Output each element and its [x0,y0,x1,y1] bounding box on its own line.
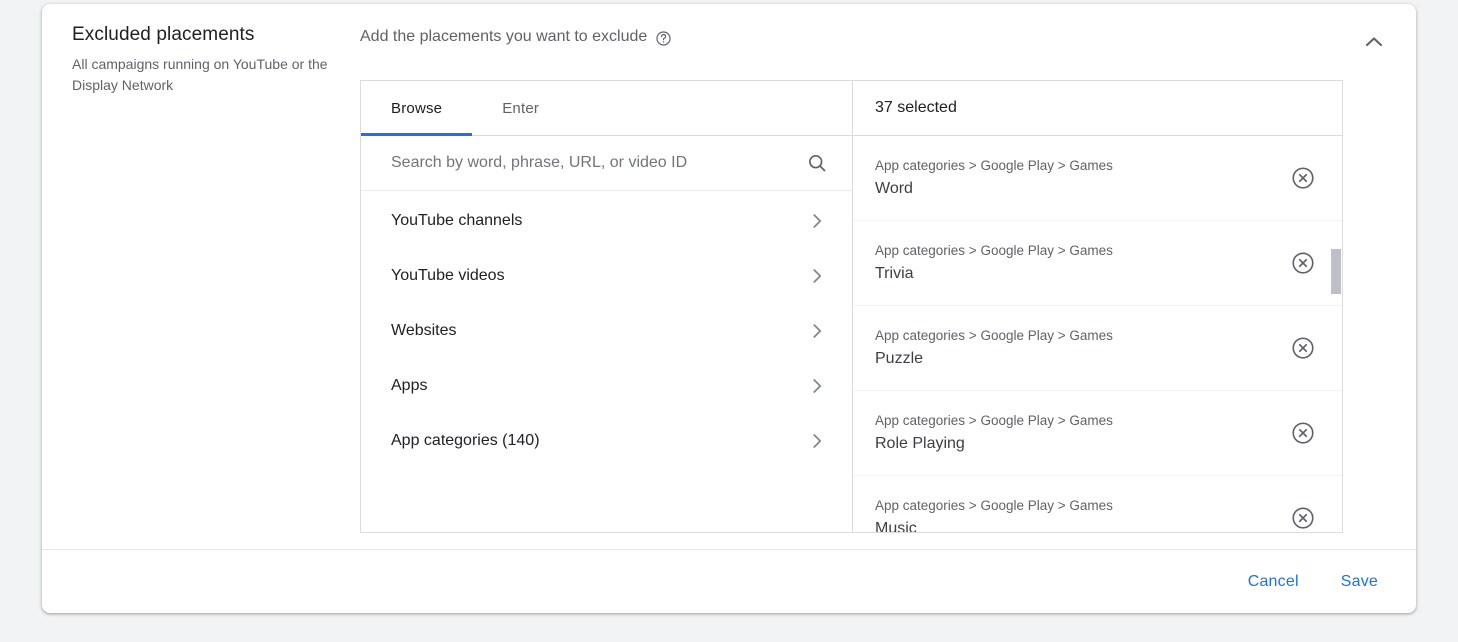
cancel-button[interactable]: Cancel [1234,563,1313,601]
list-item: App categories > Google Play > Games Puz… [853,306,1342,391]
search-icon[interactable] [806,152,828,174]
browse-item-label: App categories (140) [391,432,540,450]
remove-circle-icon[interactable] [1290,420,1316,446]
selected-item-path: App categories > Google Play > Games [875,326,1113,345]
tab-enter-label: Enter [502,100,539,117]
chevron-up-icon [1362,30,1386,54]
browse-item-label: Apps [391,377,427,395]
remove-circle-icon[interactable] [1290,165,1316,191]
selected-item-name: Role Playing [875,433,1113,455]
selected-list-scrollbar[interactable] [1331,137,1341,531]
selected-item-text: App categories > Google Play > Games Mus… [875,496,1113,532]
card-body: Excluded placements All campaigns runnin… [42,4,1416,549]
browse-item-label: YouTube videos [391,267,505,285]
page-title: Excluded placements [72,22,372,48]
chevron-right-icon [806,320,828,342]
browse-item-youtube-channels[interactable]: YouTube channels [361,193,852,248]
tab-enter[interactable]: Enter [472,81,569,135]
scrollbar-thumb[interactable] [1331,249,1341,294]
instruction-label: Add the placements you want to exclude [360,26,647,48]
selected-item-path: App categories > Google Play > Games [875,241,1113,260]
collapse-section-button[interactable] [1356,24,1392,60]
chevron-right-icon [806,430,828,452]
browse-item-label: Websites [391,322,457,340]
browse-list: YouTube channels YouTube videos Websites [361,191,852,468]
browse-item-youtube-videos[interactable]: YouTube videos [361,248,852,303]
instruction-row: Add the placements you want to exclude [360,26,672,48]
tab-browse-label: Browse [391,100,442,117]
browse-item-apps[interactable]: Apps [361,358,852,413]
selected-item-name: Puzzle [875,348,1113,370]
search-input[interactable] [391,154,796,172]
selected-item-text: App categories > Google Play > Games Rol… [875,411,1113,455]
placement-picker: Browse Enter [360,80,1343,533]
tab-browse[interactable]: Browse [361,81,472,135]
search-row [361,136,852,191]
selected-item-path: App categories > Google Play > Games [875,496,1113,515]
selected-item-text: App categories > Google Play > Games Puz… [875,326,1113,370]
browse-item-label: YouTube channels [391,212,522,230]
selected-list[interactable]: App categories > Google Play > Games Wor… [853,136,1342,532]
list-item: App categories > Google Play > Games Mus… [853,476,1342,532]
picker-browse-pane: Browse Enter [361,81,853,532]
selected-item-name: Trivia [875,263,1113,285]
picker-selected-pane: 37 selected App categories > Google Play… [853,81,1342,532]
list-item: App categories > Google Play > Games Wor… [853,136,1342,221]
chevron-right-icon [806,375,828,397]
chevron-right-icon [806,210,828,232]
save-button[interactable]: Save [1327,563,1392,601]
remove-circle-icon[interactable] [1290,335,1316,361]
selected-item-name: Music [875,518,1113,532]
selected-item-text: App categories > Google Play > Games Wor… [875,156,1113,200]
remove-circle-icon[interactable] [1290,250,1316,276]
excluded-placements-card: Excluded placements All campaigns runnin… [42,4,1416,613]
selected-count-label: 37 selected [875,99,957,117]
picker-tabs: Browse Enter [361,81,852,136]
chevron-right-icon [806,265,828,287]
panel-subtitle: All campaigns running on YouTube or the … [72,54,350,96]
selected-item-path: App categories > Google Play > Games [875,411,1113,430]
selected-item-name: Word [875,178,1113,200]
panel-description: Excluded placements All campaigns runnin… [72,22,372,96]
list-item: App categories > Google Play > Games Tri… [853,221,1342,306]
list-item: App categories > Google Play > Games Rol… [853,391,1342,476]
card-footer: Cancel Save [42,549,1416,613]
remove-circle-icon[interactable] [1290,505,1316,531]
browse-item-app-categories[interactable]: App categories (140) [361,413,852,468]
help-circle-icon[interactable] [655,30,672,47]
selected-item-text: App categories > Google Play > Games Tri… [875,241,1113,285]
selected-count-header: 37 selected [853,81,1342,136]
selected-item-path: App categories > Google Play > Games [875,156,1113,175]
browse-item-websites[interactable]: Websites [361,303,852,358]
